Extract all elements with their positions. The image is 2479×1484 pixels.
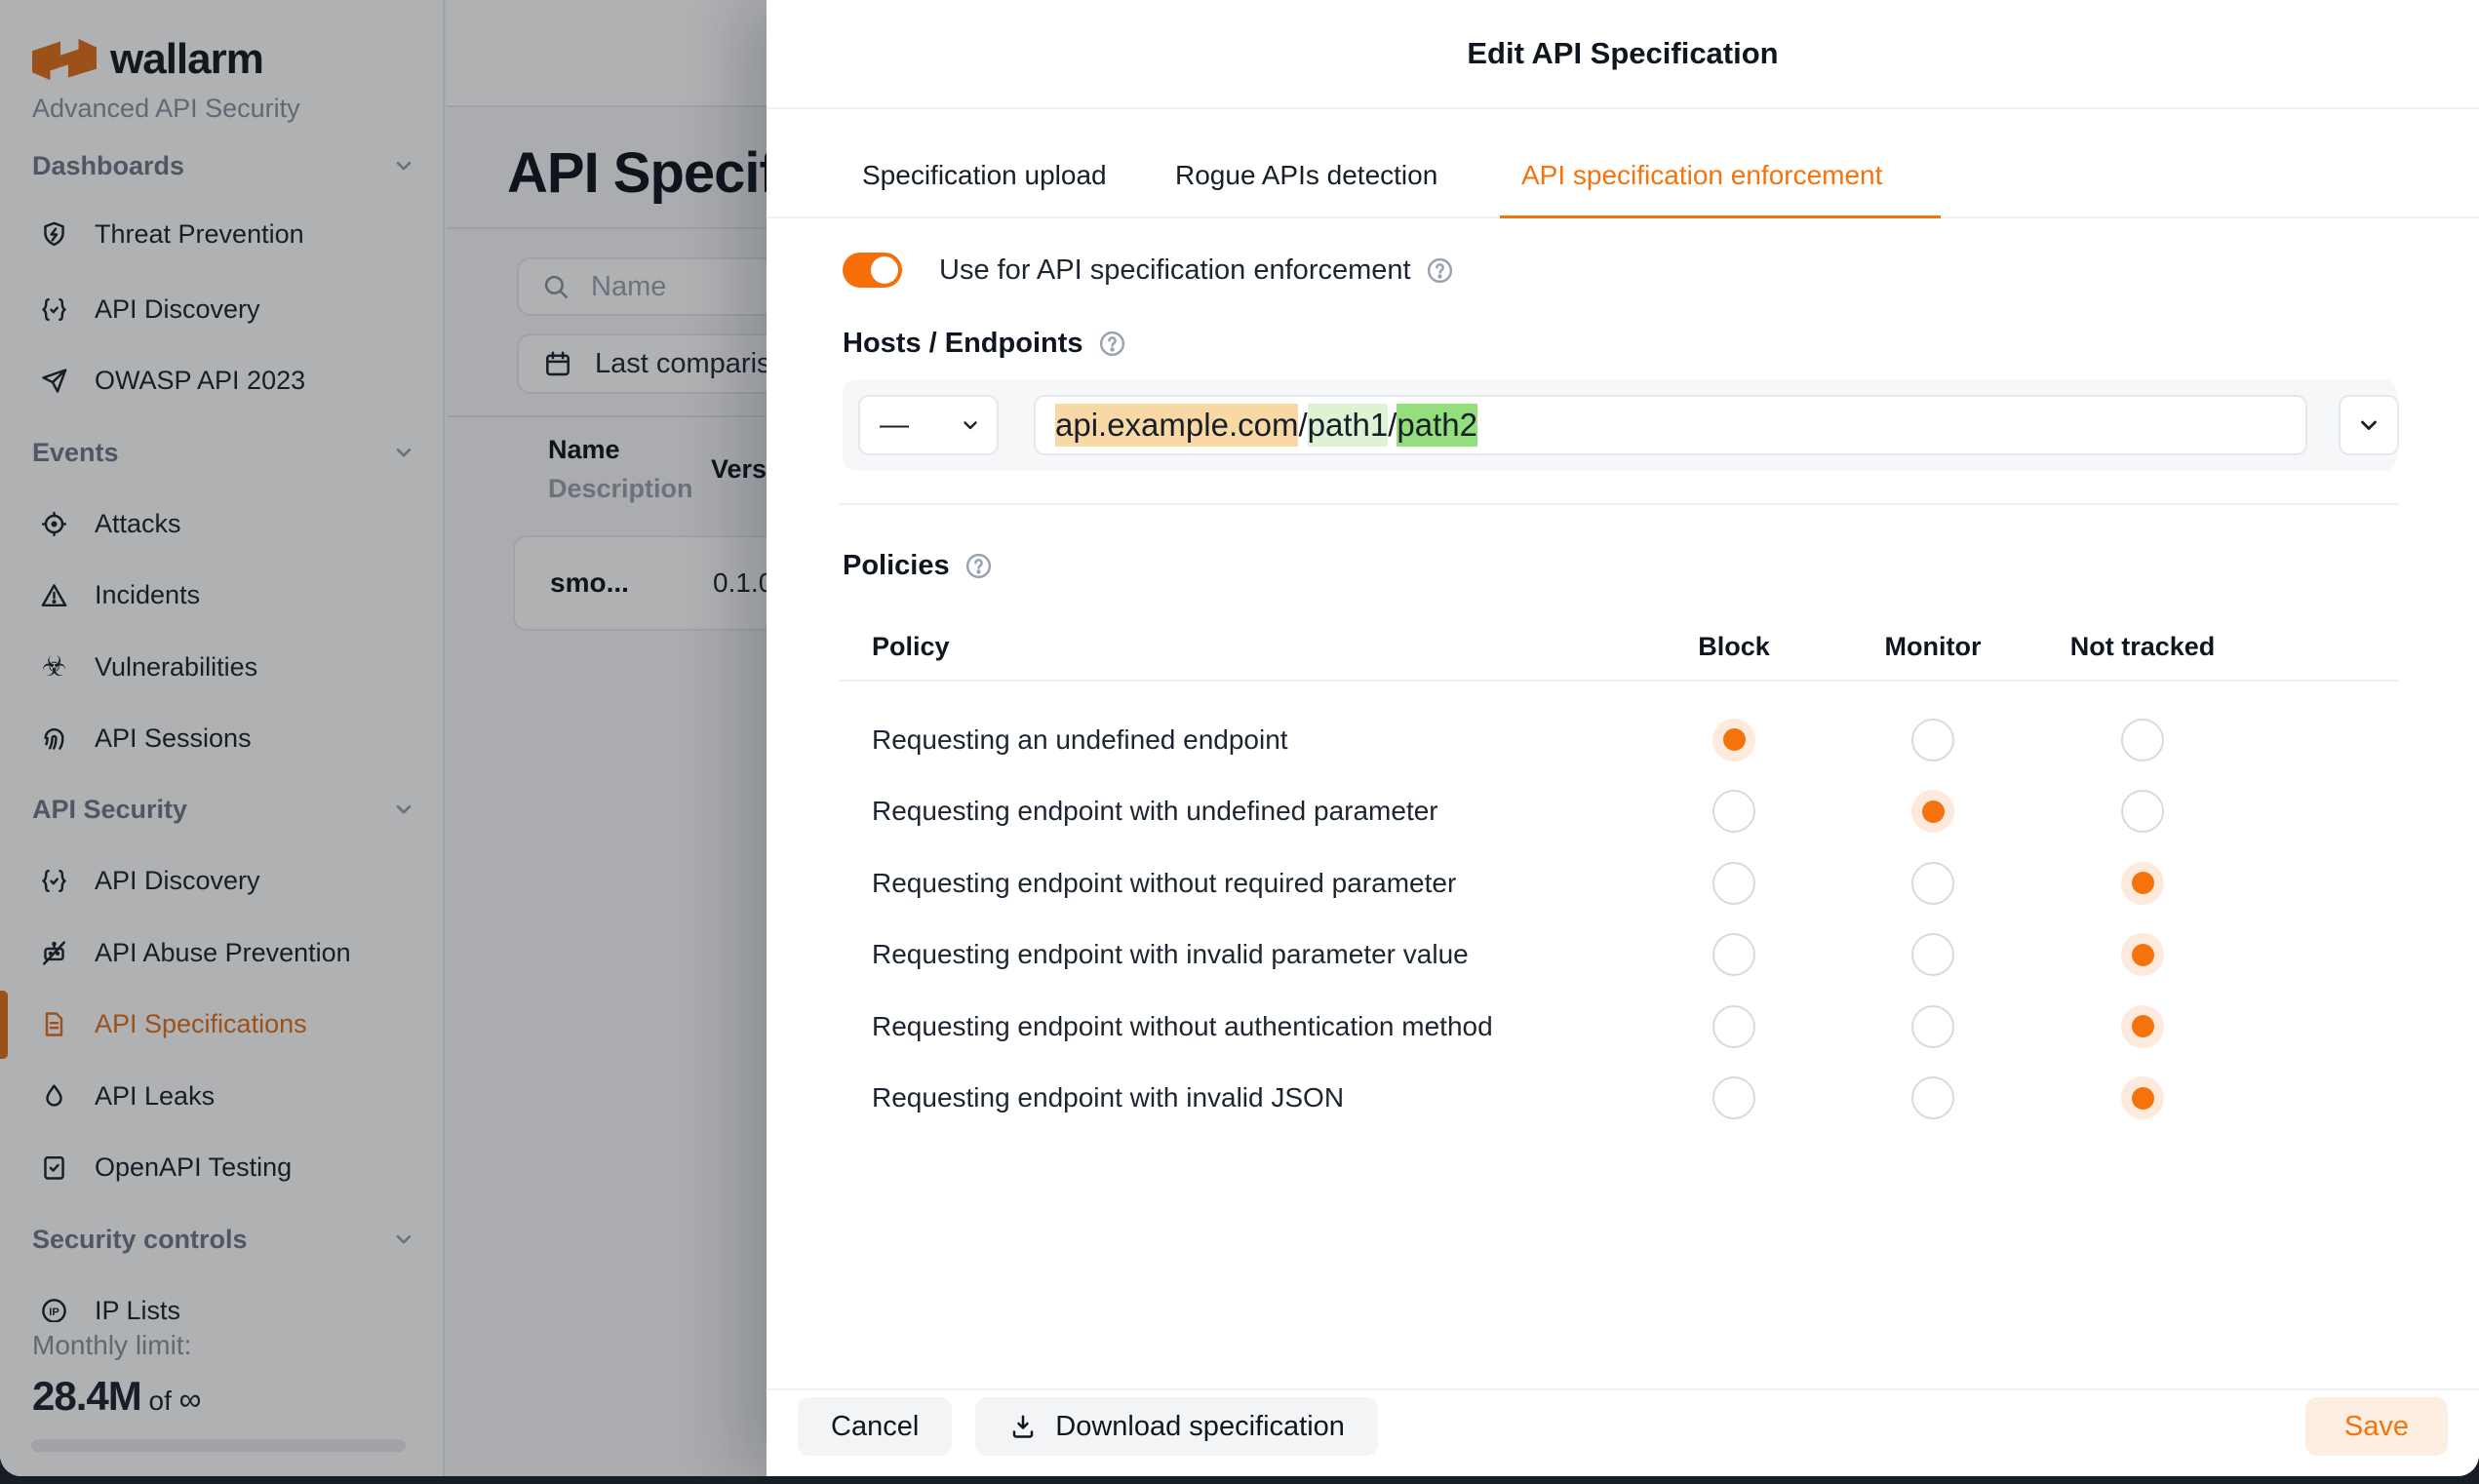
download-specification-button[interactable]: Download specification [975,1397,1378,1456]
help-icon[interactable] [964,551,994,581]
radio-monitor[interactable] [1911,719,1954,762]
modal-backdrop[interactable] [0,0,767,1476]
column-header-not-tracked: Not tracked [2032,632,2253,662]
policy-row: Requesting endpoint with invalid paramet… [872,919,2253,992]
divider [839,680,2399,682]
tab-rogue-apis-detection[interactable]: Rogue APIs detection [1175,160,1437,191]
policy-row: Requesting endpoint with invalid JSON [872,1063,2253,1135]
column-header-block: Block [1634,632,1833,662]
toggle-label: Use for API specification enforcement [939,254,1411,287]
policy-row: Requesting an undefined endpoint [872,704,2253,776]
radio-not-tracked[interactable] [2121,933,2164,976]
radio-not-tracked[interactable] [2121,862,2164,905]
modal-header: Edit API Specification [767,0,2479,109]
tab-api-specification-enforcement[interactable]: API specification enforcement [1521,160,1882,191]
cancel-button[interactable]: Cancel [798,1397,952,1456]
help-icon[interactable] [1425,255,1455,286]
enforcement-toggle[interactable] [843,253,902,288]
path1-segment: path1 [1308,404,1389,447]
modal-footer: Cancel Download specification Save [767,1388,2479,1476]
policies-heading: Policies [843,548,994,583]
radio-block[interactable] [1712,719,1755,762]
chevron-down-icon [960,414,981,436]
method-select-value: — [880,409,909,442]
radio-block[interactable] [1712,1005,1755,1048]
app-window: wallarm Advanced API Security Dashboards… [0,0,2479,1476]
screen: wallarm Advanced API Security Dashboards… [0,0,2479,1484]
radio-monitor[interactable] [1911,862,1954,905]
column-header-policy: Policy [872,632,1634,662]
radio-not-tracked[interactable] [2121,719,2164,762]
host-endpoint-input[interactable]: api.example.com/path1/path2 [1034,395,2307,455]
radio-block[interactable] [1712,862,1755,905]
active-tab-underline [1500,215,1941,218]
radio-monitor[interactable] [1911,1005,1954,1048]
divider [839,503,2399,505]
radio-monitor[interactable] [1911,790,1954,833]
enforcement-toggle-row: Use for API specification enforcement [843,253,1455,288]
path2-segment: path2 [1397,404,1477,447]
tab-specification-upload[interactable]: Specification upload [862,160,1107,191]
chevron-down-icon [2356,412,2381,438]
download-icon [1008,1412,1038,1441]
policy-row: Requesting endpoint with undefined param… [872,776,2253,848]
policy-row: Requesting endpoint without required par… [872,847,2253,919]
policy-table-rows: Requesting an undefined endpoint Request… [872,704,2253,1134]
radio-block[interactable] [1712,1076,1755,1119]
radio-not-tracked[interactable] [2121,1005,2164,1048]
radio-block[interactable] [1712,790,1755,833]
policy-table-header: Policy Block Monitor Not tracked [872,614,2253,680]
host-endpoint-row: — api.example.com/path1/path2 [843,379,2397,471]
radio-not-tracked[interactable] [2121,790,2164,833]
policy-row: Requesting endpoint without authenticati… [872,991,2253,1063]
help-icon[interactable] [1097,329,1127,359]
toggle-knob [871,256,898,284]
hosts-endpoints-heading: Hosts / Endpoints [843,326,1127,361]
method-select[interactable]: — [858,395,999,455]
radio-monitor[interactable] [1911,933,1954,976]
radio-block[interactable] [1712,933,1755,976]
modal-tabs: Specification upload Rogue APIs detectio… [767,111,2479,218]
edit-api-specification-modal: Edit API Specification Specification upl… [767,0,2479,1476]
column-header-monitor: Monitor [1833,632,2032,662]
radio-not-tracked[interactable] [2121,1076,2164,1119]
save-button[interactable]: Save [2305,1397,2448,1456]
modal-title: Edit API Specification [1467,36,1778,71]
radio-monitor[interactable] [1911,1076,1954,1119]
host-segment: api.example.com [1055,404,1298,447]
expand-host-row-button[interactable] [2339,395,2399,455]
